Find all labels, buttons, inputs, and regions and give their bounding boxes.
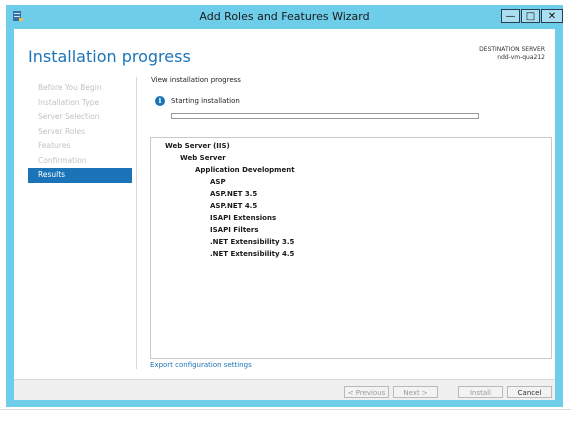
wizard-step-installation-type[interactable]: Installation Type (28, 96, 132, 111)
feature-item: ISAPI Extensions (210, 214, 277, 222)
info-icon: i (155, 96, 165, 106)
wizard-step-results[interactable]: Results (28, 168, 132, 183)
wizard-step-before-you-begin[interactable]: Before You Begin (28, 81, 132, 96)
destination-server-info: DESTINATION SERVER ndd-vm-qua212 (479, 46, 545, 62)
destination-label: DESTINATION SERVER (479, 46, 545, 53)
page-title: Installation progress (28, 47, 191, 66)
feature-item: Application Development (195, 166, 295, 174)
export-configuration-link[interactable]: Export configuration settings (150, 361, 252, 369)
taskbar-divider (0, 409, 571, 410)
wizard-window: Add Roles and Features Wizard — □ ✕ Inst… (6, 5, 563, 407)
next-button[interactable]: Next > (393, 386, 438, 398)
feature-item: Web Server (180, 154, 226, 162)
features-results-list: Web Server (IIS) Web Server Application De… (150, 137, 552, 359)
wizard-step-server-selection[interactable]: Server Selection (28, 110, 132, 125)
maximize-icon: □ (525, 10, 536, 22)
cancel-button[interactable]: Cancel (507, 386, 552, 398)
section-subtitle: View installation progress (151, 76, 241, 84)
close-icon: ✕ (547, 10, 557, 22)
close-button[interactable]: ✕ (541, 9, 563, 23)
nav-divider (136, 77, 137, 369)
feature-item: Web Server (IIS) (165, 142, 230, 150)
feature-item: ASP.NET 3.5 (210, 190, 258, 198)
destination-server-name: ndd-vm-qua212 (497, 54, 545, 61)
window-title: Add Roles and Features Wizard (199, 10, 370, 23)
feature-item: ASP.NET 4.5 (210, 202, 258, 210)
minimize-icon: — (505, 10, 516, 22)
taskbar-strip (0, 407, 571, 422)
status-text: Starting installation (171, 97, 240, 105)
feature-item: .NET Extensibility 4.5 (210, 250, 295, 258)
feature-item: ASP (210, 178, 226, 186)
wizard-footer: < Previous Next > Install Cancel (14, 379, 555, 400)
wizard-step-features[interactable]: Features (28, 139, 132, 154)
installation-progress-bar (171, 113, 479, 119)
wizard-client-area: Installation progress DESTINATION SERVER… (14, 29, 555, 400)
wizard-step-server-roles[interactable]: Server Roles (28, 125, 132, 140)
wizard-steps-nav: Before You Begin Installation Type Server … (28, 81, 132, 183)
feature-item: .NET Extensibility 3.5 (210, 238, 295, 246)
minimize-button[interactable]: — (501, 9, 520, 23)
previous-button[interactable]: < Previous (344, 386, 389, 398)
maximize-button[interactable]: □ (521, 9, 540, 23)
install-button[interactable]: Install (458, 386, 503, 398)
title-bar[interactable]: Add Roles and Features Wizard — □ ✕ (6, 5, 563, 29)
feature-item: ISAPI Filters (210, 226, 259, 234)
wizard-step-confirmation[interactable]: Confirmation (28, 154, 132, 169)
